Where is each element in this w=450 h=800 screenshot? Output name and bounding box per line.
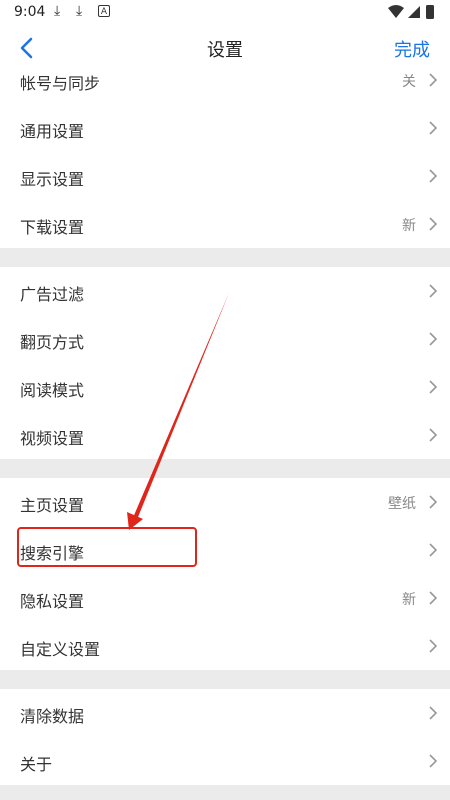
setting-row-clear-data[interactable]: 清除数据 — [0, 689, 450, 737]
chevron-right-icon — [429, 495, 438, 509]
setting-row-general[interactable]: 通用设置 — [0, 104, 450, 152]
setting-row-about[interactable]: 关于 — [0, 737, 450, 785]
chevron-right-icon — [429, 591, 438, 605]
setting-row-page-turn[interactable]: 翻页方式 — [0, 315, 450, 363]
setting-label: 翻页方式 — [20, 333, 85, 352]
setting-label: 通用设置 — [20, 122, 85, 141]
done-button[interactable]: 完成 — [394, 36, 430, 62]
setting-label: 视频设置 — [20, 429, 85, 448]
battery-icon — [426, 5, 434, 19]
wifi-icon — [388, 5, 404, 18]
setting-row-video[interactable]: 视频设置 — [0, 411, 450, 459]
chevron-right-icon — [429, 284, 438, 298]
setting-value: 新 — [402, 592, 416, 608]
chevron-right-icon — [429, 73, 438, 87]
setting-value: 壁纸 — [388, 496, 416, 512]
setting-label: 下载设置 — [20, 218, 85, 237]
back-arrow-icon[interactable] — [16, 36, 40, 60]
chevron-right-icon — [429, 332, 438, 346]
setting-label: 清除数据 — [20, 707, 85, 726]
a-badge-icon: A — [98, 5, 110, 17]
setting-label: 隐私设置 — [20, 592, 85, 611]
signal-icon — [408, 6, 420, 18]
setting-row-homepage[interactable]: 主页设置 壁纸 — [0, 478, 450, 526]
setting-label: 自定义设置 — [20, 640, 101, 659]
setting-label: 阅读模式 — [20, 381, 85, 400]
chevron-right-icon — [429, 380, 438, 394]
chevron-right-icon — [429, 169, 438, 183]
chevron-right-icon — [429, 121, 438, 135]
status-bar: 9:04 ⤓ ⤓ A — [0, 0, 450, 24]
chevron-right-icon — [429, 543, 438, 557]
download-icon: ⤓ — [54, 3, 61, 19]
page-title: 设置 — [207, 40, 243, 61]
setting-row-ad-filter[interactable]: 广告过滤 — [0, 267, 450, 315]
download-icon: ⤓ — [76, 3, 83, 19]
setting-row-reading-mode[interactable]: 阅读模式 — [0, 363, 450, 411]
annotation-highlight-box — [17, 527, 197, 567]
setting-label: 显示设置 — [20, 170, 85, 189]
chevron-right-icon — [429, 217, 438, 231]
chevron-right-icon — [429, 639, 438, 653]
status-time: 9:04 — [14, 4, 46, 20]
setting-value: 关 — [402, 74, 416, 90]
chevron-right-icon — [429, 754, 438, 768]
setting-row-privacy[interactable]: 隐私设置 新 — [0, 574, 450, 622]
settings-group-3: 主页设置 壁纸 搜索引擎 隐私设置 新 自定义设置 — [0, 478, 450, 670]
setting-label: 主页设置 — [20, 496, 85, 515]
setting-label: 关于 — [20, 755, 53, 774]
chevron-right-icon — [429, 706, 438, 720]
setting-row-account-sync[interactable]: 帐号与同步 关 — [0, 72, 450, 104]
setting-value: 新 — [402, 218, 416, 234]
setting-row-custom[interactable]: 自定义设置 — [0, 622, 450, 670]
app-header: 设置 完成 — [0, 24, 450, 72]
system-status-icons — [388, 5, 434, 19]
setting-row-download[interactable]: 下载设置 新 — [0, 200, 450, 248]
setting-row-display[interactable]: 显示设置 — [0, 152, 450, 200]
settings-group-4: 清除数据 关于 — [0, 689, 450, 785]
setting-label: 帐号与同步 — [20, 74, 101, 93]
setting-label: 广告过滤 — [20, 285, 85, 304]
settings-group-1: 帐号与同步 关 通用设置 显示设置 下载设置 新 — [0, 72, 450, 248]
chevron-right-icon — [429, 428, 438, 442]
settings-group-2: 广告过滤 翻页方式 阅读模式 视频设置 — [0, 267, 450, 459]
